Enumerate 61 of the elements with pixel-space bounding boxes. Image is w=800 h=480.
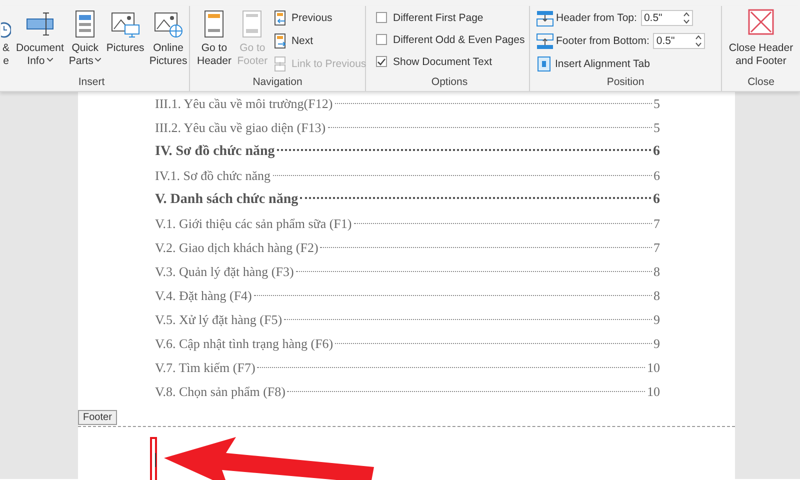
page-number: 6 xyxy=(653,143,660,161)
ribbon-button[interactable]: Go to Header xyxy=(196,8,232,68)
toc-entry: V.7. Tìm kiếm (F7) xyxy=(155,359,256,377)
ribbon-button[interactable]: Insert Alignment Tab xyxy=(536,54,650,74)
spinner-label: Footer from Bottom: xyxy=(556,35,650,47)
ribbon-button[interactable]: Close Header and Footer xyxy=(728,8,794,68)
ribbon-button[interactable]: Previous xyxy=(272,8,332,28)
checkbox[interactable] xyxy=(376,34,387,45)
spin-arrows-icon xyxy=(682,11,690,25)
spinner-label: Header from Top: xyxy=(556,12,637,24)
group-label: Navigation xyxy=(252,75,304,90)
page-number: 6 xyxy=(654,167,660,185)
caret-icon xyxy=(46,58,53,62)
page-number: 6 xyxy=(653,191,660,209)
ribbon-button[interactable]: & e xyxy=(0,8,12,68)
toc-entry: V. Danh sách chức năng xyxy=(155,191,298,209)
text-cursor xyxy=(155,453,156,467)
checkbox[interactable] xyxy=(376,12,387,23)
toc-entry: III.2. Yêu cầu về giao diện (F13) xyxy=(155,119,326,137)
spin-arrows-icon xyxy=(695,34,702,48)
page-number: 5 xyxy=(654,95,660,113)
group-label: Insert xyxy=(77,75,106,90)
toc-entry: V.6. Cập nhật tình trạng hàng (F6) xyxy=(155,335,334,353)
checkbox-label: Different First Page xyxy=(393,12,484,24)
ribbon-button[interactable]: Quick Parts xyxy=(68,8,102,68)
toc-entry: V.8. Chọn sản phẩm (F8) xyxy=(155,383,286,401)
page-number: 9 xyxy=(654,335,660,353)
toc-entry: V.2. Giao dịch khách hàng (F2) xyxy=(155,239,318,257)
page-number: 10 xyxy=(647,359,660,377)
group-label: Options xyxy=(430,75,469,90)
page-number: 10 xyxy=(647,383,660,401)
ribbon-button[interactable]: Next xyxy=(272,31,314,51)
page-number: 8 xyxy=(654,263,660,281)
ribbon-button[interactable]: Pictures xyxy=(105,8,146,55)
page-number: 7 xyxy=(654,215,660,233)
toc-entry: V.3. Quản lý đặt hàng (F3) xyxy=(155,263,294,281)
toc-entry: III.1. Yêu cầu về môi trường(F12) xyxy=(155,95,333,113)
toc-entry: V.4. Đặt hàng (F4) xyxy=(155,287,252,305)
ribbon-button[interactable]: Online Pictures xyxy=(148,8,188,68)
page-number: 7 xyxy=(654,239,660,257)
header-margin-icon xyxy=(536,10,554,26)
page-number: 9 xyxy=(654,311,660,329)
caret-icon xyxy=(95,58,102,62)
checkbox-label: Show Document Text xyxy=(393,56,492,68)
alignment-tab-icon xyxy=(536,56,552,72)
checkbox[interactable] xyxy=(376,56,387,67)
spinner-field[interactable]: 0.5" xyxy=(653,33,706,49)
group-label: Position xyxy=(606,75,646,90)
footer-margin-icon xyxy=(536,32,554,50)
ribbon-button[interactable]: Document Info xyxy=(15,8,65,68)
group-label: Close xyxy=(748,75,774,90)
toc-entry: IV. Sơ đồ chức năng xyxy=(155,143,275,161)
checkbox-label: Different Odd & Even Pages xyxy=(393,34,525,46)
page-number: 8 xyxy=(654,287,660,305)
spinner-field[interactable]: 0.5" xyxy=(640,10,693,26)
toc-entry: V.1. Giới thiệu các sản phẩm sữa (F1) xyxy=(155,215,352,233)
toc-entry: V.5. Xử lý đặt hàng (F5) xyxy=(155,311,282,329)
page-number: 5 xyxy=(654,119,660,137)
link-pages-icon xyxy=(272,56,288,72)
toc-entry: IV.1. Sơ đồ chức năng xyxy=(155,167,271,185)
footer-tag: Footer xyxy=(78,410,117,425)
